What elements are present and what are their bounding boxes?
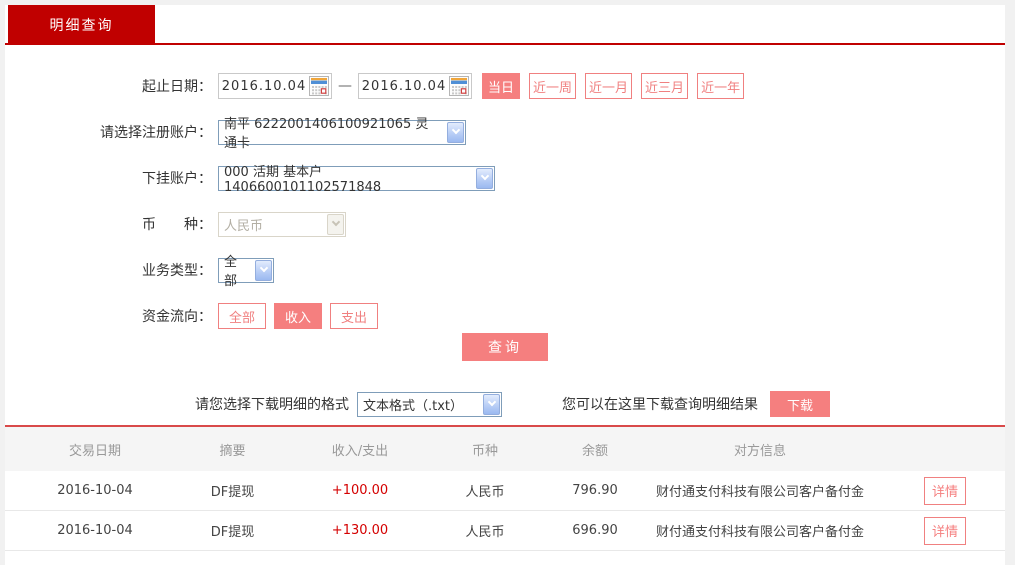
quick-range-week[interactable]: 近一周 <box>529 73 577 99</box>
registered-account-select[interactable]: 南平 6222001406100921065 灵通卡 <box>218 117 466 151</box>
download-format-label: 请您选择下载明细的格式 <box>195 397 349 413</box>
end-date-input[interactable]: 2016.10.04 <box>358 73 472 99</box>
query-button[interactable]: 查询 <box>462 333 548 361</box>
cell-currency: 人民币 <box>465 525 505 540</box>
detail-button[interactable]: 详情 <box>924 516 966 545</box>
cell-counterparty: 财付通支付科技有限公司客户备付金 <box>655 485 864 500</box>
fund-flow-row: 资金流向： 全部 收入 支出 <box>5 303 1005 329</box>
currency-value: 人民币 <box>224 218 264 234</box>
download-format-select[interactable]: 文本格式（.txt） <box>357 391 502 417</box>
currency-label: 币 种： <box>142 217 212 233</box>
table-header-row: 交易日期 摘要 收入/支出 币种 余额 对方信息 <box>5 427 1005 471</box>
registered-account-value: 南平 6222001406100921065 灵通卡 <box>224 117 429 151</box>
cell-date: 2016-10-04 <box>57 523 133 538</box>
sub-account-row: 下挂账户： 000 活期 基本户 1406600101102571848 <box>5 165 1005 195</box>
detail-button[interactable]: 详情 <box>924 476 966 505</box>
chevron-down-icon <box>255 259 272 281</box>
fund-flow-all[interactable]: 全部 <box>218 303 267 329</box>
quick-range-year[interactable]: 近一年 <box>697 73 745 99</box>
currency-row: 币 种： 人民币 <box>5 211 1005 237</box>
currency-select: 人民币 <box>218 211 346 237</box>
download-button[interactable]: 下载 <box>770 391 830 417</box>
quick-range-today[interactable]: 当日 <box>482 73 521 99</box>
chevron-down-icon <box>327 213 344 235</box>
cell-amount: +100.00 <box>331 483 389 498</box>
sub-account-label: 下挂账户： <box>142 171 212 187</box>
download-hint: 您可以在这里下载查询明细结果 <box>562 397 758 413</box>
table-row: 2016-10-04 DF提现 +100.00 人民币 796.90 财付通支付… <box>5 471 1005 511</box>
download-row: 请您选择下载明细的格式 文本格式（.txt） 您可以在这里下载查询明细结果 下载 <box>5 391 1005 417</box>
quick-range-month[interactable]: 近一月 <box>585 73 633 99</box>
col-header-balance: 余额 <box>581 443 608 459</box>
registered-account-label: 请选择注册账户： <box>100 125 212 141</box>
table-row: 2016-10-04 DF提现 +130.00 人民币 696.90 财付通支付… <box>5 511 1005 551</box>
query-form: 起止日期： 2016.10.04 — 2016.10.04 当日 近一周 近一月… <box>5 45 1005 417</box>
col-header-date: 交易日期 <box>68 443 121 459</box>
col-header-amount: 收入/支出 <box>331 443 389 459</box>
business-type-label: 业务类型： <box>142 263 212 279</box>
cell-date: 2016-10-04 <box>57 483 133 498</box>
results-table: 交易日期 摘要 收入/支出 币种 余额 对方信息 2016-10-04 DF提现… <box>5 425 1005 551</box>
start-date-value: 2016.10.04 <box>221 78 307 94</box>
registered-account-row: 请选择注册账户： 南平 6222001406100921065 灵通卡 <box>5 117 1005 151</box>
chevron-down-icon <box>447 121 464 143</box>
date-range-separator: — <box>338 78 352 94</box>
fund-flow-income[interactable]: 收入 <box>274 303 323 329</box>
col-header-currency: 币种 <box>471 443 498 459</box>
sub-account-value: 000 活期 基本户 1406600101102571848 <box>224 165 382 195</box>
chevron-down-icon <box>483 393 500 415</box>
cell-summary: DF提现 <box>210 525 255 540</box>
fund-flow-label: 资金流向： <box>142 309 212 325</box>
content-panel: 明细查询 起止日期： 2016.10.04 — 2016.10.04 当日 近一… <box>5 5 1005 565</box>
chevron-down-icon <box>476 167 493 189</box>
start-date-input[interactable]: 2016.10.04 <box>218 73 332 99</box>
col-header-summary: 摘要 <box>219 443 246 459</box>
tab-detail-query[interactable]: 明细查询 <box>8 5 155 45</box>
fund-flow-expense[interactable]: 支出 <box>330 303 379 329</box>
calendar-icon[interactable] <box>309 76 329 96</box>
cell-currency: 人民币 <box>465 485 505 500</box>
download-format-value: 文本格式（.txt） <box>363 398 464 414</box>
col-header-counterparty: 对方信息 <box>733 443 786 459</box>
end-date-value: 2016.10.04 <box>361 78 447 94</box>
business-type-value: 全部 <box>224 255 238 289</box>
date-range-label: 起止日期： <box>142 79 212 95</box>
quick-range-quarter[interactable]: 近三月 <box>641 73 689 99</box>
cell-summary: DF提现 <box>210 485 255 500</box>
cell-balance: 696.90 <box>572 523 618 538</box>
calendar-icon[interactable] <box>449 76 469 96</box>
cell-amount: +130.00 <box>331 523 389 538</box>
business-type-select[interactable]: 全部 <box>218 255 274 289</box>
cell-balance: 796.90 <box>572 483 618 498</box>
cell-counterparty: 财付通支付科技有限公司客户备付金 <box>655 525 864 540</box>
tab-bar: 明细查询 <box>5 5 1005 45</box>
date-range-row: 起止日期： 2016.10.04 — 2016.10.04 当日 近一周 近一月… <box>5 73 1005 99</box>
business-type-row: 业务类型： 全部 <box>5 255 1005 289</box>
sub-account-select[interactable]: 000 活期 基本户 1406600101102571848 <box>218 165 495 195</box>
